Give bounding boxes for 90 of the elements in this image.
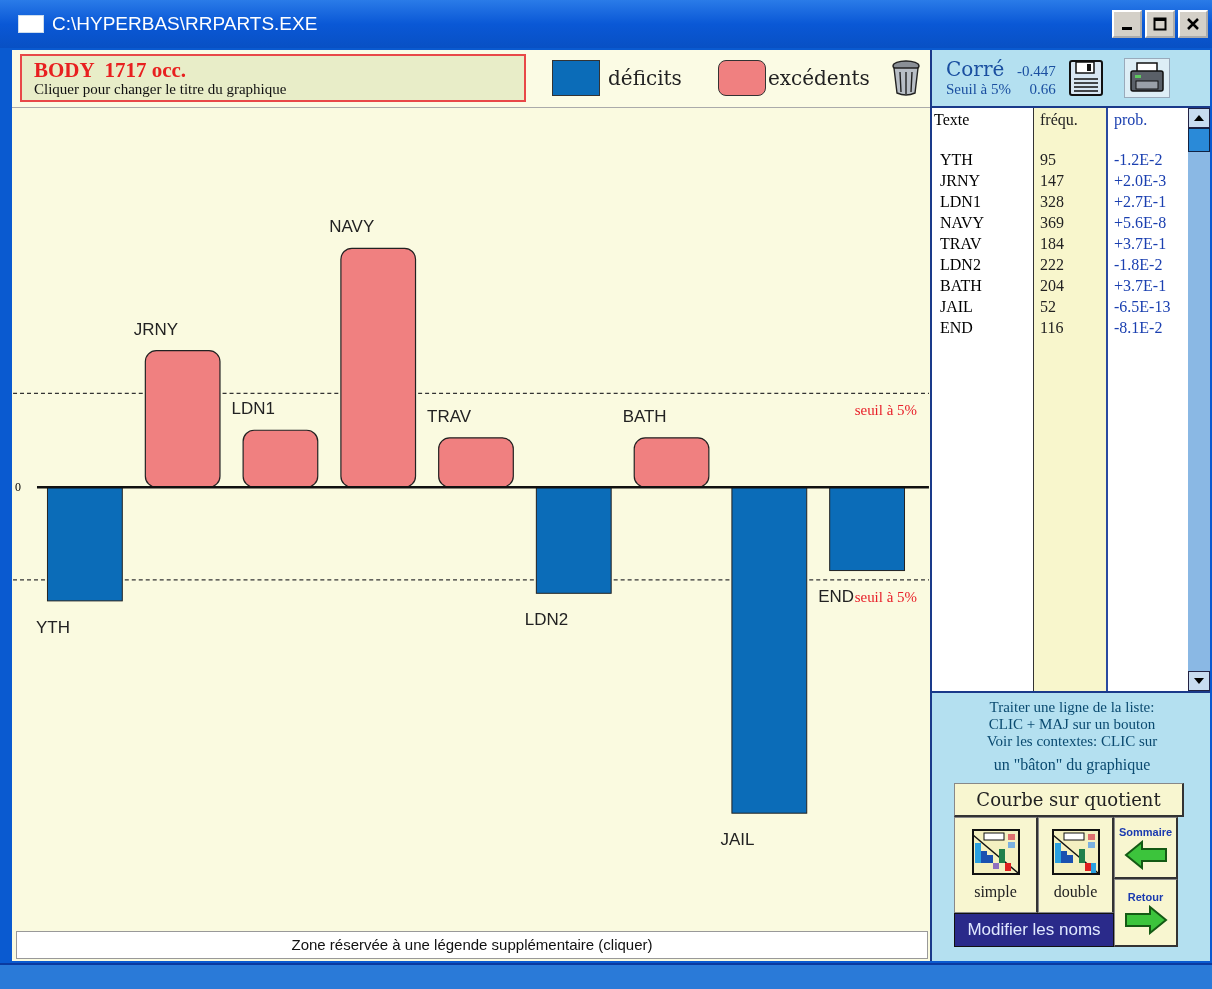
close-button[interactable] [1178, 10, 1208, 38]
bar-label: LDN2 [524, 610, 569, 630]
table-cell-text: -6.5E-13 [1114, 296, 1172, 317]
correlation-label: Corré [946, 57, 1006, 82]
table-cell-text: 116 [1040, 317, 1065, 338]
legend-label: déficits [608, 66, 682, 91]
legend-label: excédents [767, 66, 870, 91]
bar-label: NAVY [329, 217, 375, 237]
rename-button[interactable]: Modifier les noms [954, 913, 1114, 947]
bar-label: END [818, 587, 854, 607]
column-header: fréqu. [1040, 109, 1079, 130]
table-cell[interactable]: YTH [932, 148, 1033, 170]
chart-icon [1051, 829, 1100, 875]
chart-title: BODY 1717 occ. [34, 59, 188, 81]
double-button[interactable]: double [1038, 817, 1114, 913]
table-cell-text: -1.2E-2 [1114, 149, 1164, 170]
axis-label: 0 [15, 480, 21, 494]
legend-zone[interactable]: Zone réservée à une légende supplémentaire (cliquer) [16, 931, 928, 959]
table-cell[interactable]: TRAV [932, 232, 1033, 254]
app-icon [18, 15, 44, 33]
table-cell[interactable]: JAIL [932, 295, 1033, 317]
bar-label: YTH [36, 617, 70, 637]
table-cell-text: 147 [1040, 170, 1065, 191]
column-header: Texte [933, 109, 971, 130]
up-arrow-icon [1193, 113, 1205, 122]
correlation-value: -0.447 [1017, 63, 1056, 81]
table-cell[interactable]: LDN1 [932, 190, 1033, 212]
threshold-label: seuil à 5% [854, 402, 917, 419]
scroll-thumb[interactable] [1188, 127, 1210, 152]
table-cell-text: 328 [1040, 191, 1065, 212]
printer-icon [1128, 60, 1165, 95]
help-text: Traiter une ligne de la liste: [989, 699, 1155, 716]
table-cell[interactable]: NAVY [932, 211, 1033, 233]
left-arrow-icon [1123, 839, 1168, 870]
table-cell-text: -8.1E-2 [1114, 317, 1164, 338]
scroll-down-button[interactable] [1188, 671, 1210, 691]
scrollbar[interactable] [1188, 107, 1210, 691]
close-icon [1186, 17, 1200, 31]
save-icon[interactable] [1067, 58, 1104, 97]
table-cell-text: +2.0E-3 [1114, 170, 1168, 191]
down-arrow-icon [1193, 677, 1205, 685]
window-title: C:\HYPERBAS\RRPARTS.EXE [52, 13, 319, 35]
trash-icon[interactable] [889, 59, 922, 98]
threshold-label: seuil à 5% [854, 588, 917, 605]
help-text: un "bâton" du graphique [993, 756, 1151, 773]
bar[interactable] [438, 437, 514, 488]
bar[interactable] [242, 429, 319, 488]
chart-title-hint: Cliquer pour changer le titre du graphique [34, 80, 288, 98]
right-arrow-icon [1123, 904, 1168, 935]
scroll-up-button[interactable] [1188, 107, 1210, 128]
table-cell-text: +2.7E-1 [1114, 191, 1168, 212]
table-cell-text: 52 [1040, 296, 1057, 317]
back-button[interactable]: Retour [1114, 879, 1178, 947]
help-text: CLIC + MAJ sur un bouton [988, 716, 1156, 733]
table-cell-text: +3.7E-1 [1114, 233, 1168, 254]
table-cell-text: +5.6E-8 [1114, 212, 1168, 233]
bar[interactable] [633, 437, 710, 488]
bar[interactable] [46, 486, 123, 602]
table-cell-text: 184 [1040, 233, 1065, 254]
table-cell[interactable]: END [932, 316, 1033, 338]
chart-title-box[interactable]: BODY 1717 occ. Cliquer pour changer le titre du graphique [20, 54, 526, 103]
threshold-value: 0.66 [1028, 81, 1056, 99]
column-header: prob. [1114, 109, 1149, 130]
bar-label: BATH [622, 406, 667, 426]
table-cell-text: 222 [1040, 254, 1065, 275]
bar[interactable] [144, 349, 221, 488]
table-cell-text: 204 [1040, 275, 1065, 296]
minimize-icon [1122, 27, 1132, 30]
help-text: Voir les contextes: CLIC sur [986, 733, 1158, 750]
threshold-label: Seuil à 5% [946, 81, 1011, 99]
bar[interactable] [340, 247, 417, 488]
chart-icon [971, 829, 1020, 875]
table-cell[interactable]: BATH [932, 274, 1033, 296]
table-cell[interactable]: LDN2 [932, 253, 1033, 275]
minimize-button[interactable] [1112, 10, 1142, 38]
table-cell[interactable]: JRNY [932, 169, 1033, 191]
table-cell-text: 95 [1040, 149, 1057, 170]
table-cell-text: 369 [1040, 212, 1065, 233]
print-button[interactable] [1123, 57, 1170, 98]
maximize-button[interactable] [1145, 10, 1175, 38]
bar-label: JRNY [133, 319, 179, 339]
simple-button[interactable]: simple [954, 817, 1038, 913]
bar-label: JAIL [720, 830, 755, 849]
bar-label: LDN1 [231, 399, 275, 419]
curve-button[interactable]: Courbe sur quotient [954, 783, 1184, 817]
table-cell-text: +3.7E-1 [1114, 275, 1168, 296]
bar-label: TRAV [427, 406, 472, 426]
maximize-icon [1153, 17, 1167, 31]
summary-button[interactable]: Sommaire [1114, 817, 1178, 879]
table-cell-text: -1.8E-2 [1114, 254, 1164, 275]
